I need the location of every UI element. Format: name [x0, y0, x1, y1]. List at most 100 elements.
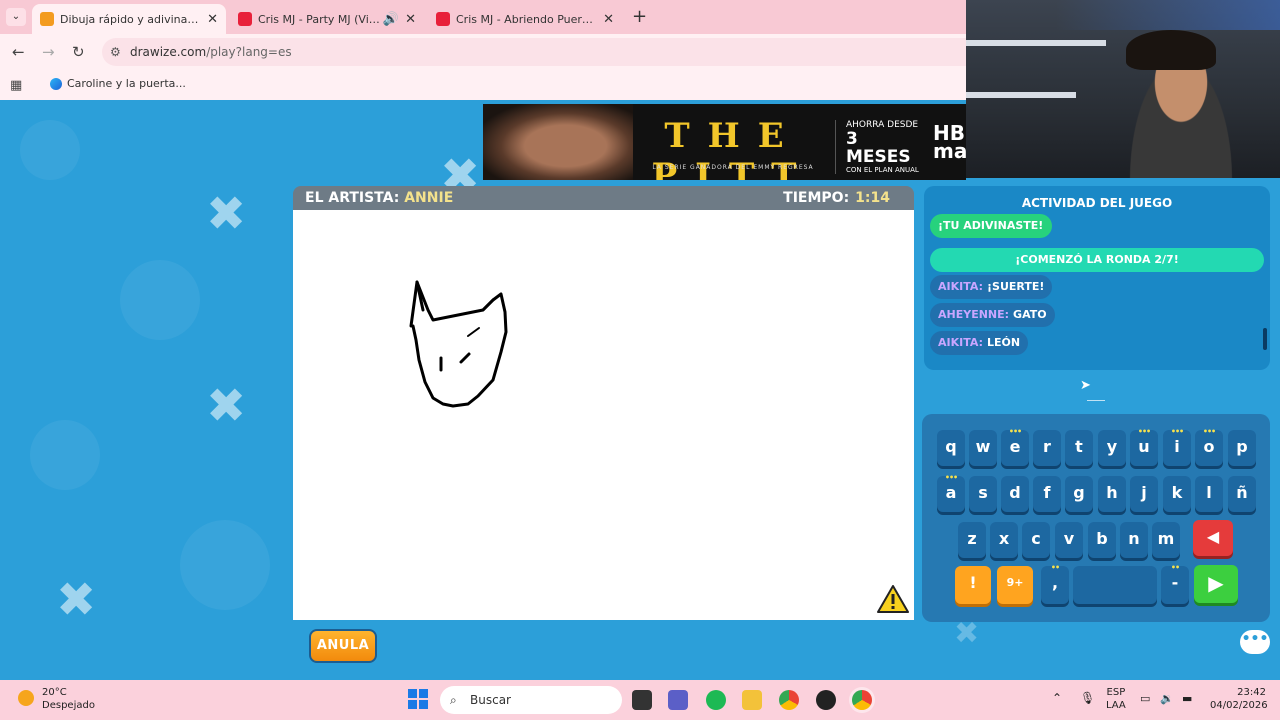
- message-user: AIKITA:: [938, 336, 983, 349]
- key-i[interactable]: ••• i: [1163, 428, 1191, 466]
- bookmark-favicon-icon: [50, 77, 62, 90]
- x-decoration-icon: ✖: [206, 186, 247, 242]
- chrome-profile-icon[interactable]: [852, 690, 872, 710]
- tab-bar: ⌄ Dibuja rápido y adivina · Un ✕ Cris MJ…: [0, 0, 966, 34]
- key-z[interactable]: z: [958, 522, 986, 558]
- tab-party-mj[interactable]: Cris MJ - Party MJ (Video Oficial) 🔊 ✕: [230, 4, 424, 34]
- language-indicator[interactable]: ESP LAA: [1106, 686, 1126, 712]
- message-text: GATO: [1013, 308, 1047, 321]
- webcam-overlay: [966, 0, 1280, 178]
- ad-brand: HBO max: [933, 121, 966, 163]
- apps-grid-icon[interactable]: ▦: [10, 78, 22, 93]
- key-g[interactable]: g: [1065, 476, 1093, 512]
- activity-scrollbar[interactable]: [1263, 328, 1267, 350]
- speaker-icon[interactable]: 🔊: [383, 12, 399, 27]
- network-icon[interactable]: ▭: [1140, 692, 1150, 705]
- new-tab-button[interactable]: +: [632, 6, 647, 27]
- chat-bubble-icon[interactable]: •••: [1240, 630, 1270, 654]
- cancel-button[interactable]: ANULA: [309, 629, 377, 663]
- key-c[interactable]: c: [1022, 522, 1050, 558]
- space-key[interactable]: [1073, 566, 1157, 604]
- address-bar[interactable]: ⚙ drawize.com/play?lang=es: [102, 38, 966, 66]
- weather-widget[interactable]: 20°C Despejado: [18, 686, 95, 712]
- report-warning-icon[interactable]: [876, 584, 910, 614]
- key-d[interactable]: d: [1001, 476, 1029, 512]
- search-icon: ⌕: [450, 693, 457, 707]
- key-s[interactable]: s: [969, 476, 997, 512]
- key-m[interactable]: m: [1152, 522, 1180, 558]
- message-chat: AIKITA: ¡SUERTE!: [930, 275, 1053, 299]
- send-button[interactable]: ▶: [1194, 565, 1238, 603]
- close-tab-icon[interactable]: ✕: [207, 12, 218, 27]
- close-tab-icon[interactable]: ✕: [405, 12, 416, 27]
- message-user: AHEYENNE:: [938, 308, 1010, 321]
- key-o[interactable]: ••• o: [1195, 428, 1223, 466]
- ad-deal-bottom: CON EL PLAN ANUAL: [846, 166, 919, 174]
- key-x[interactable]: x: [990, 522, 1018, 558]
- drawing-canvas[interactable]: [293, 210, 914, 620]
- tab-drawize[interactable]: Dibuja rápido y adivina · Un ✕: [32, 4, 226, 34]
- forward-icon[interactable]: →: [42, 43, 55, 61]
- volume-icon[interactable]: 🔉: [1160, 692, 1174, 705]
- search-placeholder: Buscar: [470, 693, 511, 707]
- tab-title: Cris MJ - Party MJ (Video Oficial): [258, 12, 381, 26]
- hint-button[interactable]: !: [955, 566, 991, 604]
- back-icon[interactable]: ←: [12, 43, 25, 61]
- hint-bonus-button[interactable]: 9+: [997, 566, 1033, 604]
- spotify-icon[interactable]: [706, 690, 726, 710]
- key-u[interactable]: ••• u: [1130, 428, 1158, 466]
- key-v[interactable]: v: [1055, 522, 1083, 558]
- key-h[interactable]: h: [1098, 476, 1126, 512]
- obs-icon[interactable]: [816, 690, 836, 710]
- key-j[interactable]: j: [1130, 476, 1158, 512]
- backspace-button[interactable]: ◀: [1193, 520, 1233, 556]
- backspace-arrow-icon: ◀: [1206, 527, 1220, 546]
- battery-icon[interactable]: ▬: [1182, 692, 1192, 705]
- windows-start-icon[interactable]: [408, 689, 428, 709]
- key-w[interactable]: w: [969, 430, 997, 466]
- key-comma[interactable]: ••,: [1041, 564, 1069, 604]
- bookmark-label: Caroline y la puerta...: [67, 77, 186, 90]
- moon-icon: [18, 690, 34, 706]
- ad-deal-top: AHORRA DESDE: [846, 120, 919, 130]
- teams-icon[interactable]: [668, 690, 688, 710]
- key-e[interactable]: ••• e: [1001, 428, 1029, 466]
- bookmark-item[interactable]: Caroline y la puerta...: [50, 77, 186, 90]
- key-n-tilde[interactable]: ñ: [1228, 476, 1256, 512]
- key-l[interactable]: l: [1195, 476, 1223, 512]
- file-explorer-icon[interactable]: [742, 690, 762, 710]
- microphone-icon[interactable]: 🎙: [1080, 692, 1095, 705]
- key-q[interactable]: q: [937, 430, 965, 466]
- chrome-icon[interactable]: [779, 690, 799, 710]
- tray-overflow-icon[interactable]: ⌃: [1052, 692, 1062, 705]
- key-r[interactable]: r: [1033, 430, 1061, 466]
- key-a[interactable]: ••• a: [937, 474, 965, 512]
- key-t[interactable]: t: [1065, 430, 1093, 466]
- key-dash[interactable]: •• -: [1161, 564, 1189, 604]
- site-info-icon[interactable]: ⚙: [110, 38, 121, 66]
- tab-search-button[interactable]: ⌄: [6, 8, 26, 26]
- key-k[interactable]: k: [1163, 476, 1191, 512]
- reload-icon[interactable]: ↻: [72, 43, 85, 61]
- clock-time: 23:42: [1237, 687, 1266, 698]
- lightbulb-icon: !: [969, 573, 977, 592]
- bookmarks-bar: ▦ Caroline y la puerta...: [0, 70, 966, 100]
- key-p[interactable]: p: [1228, 430, 1256, 466]
- key-y[interactable]: y: [1098, 430, 1126, 466]
- clock[interactable]: 23:42 04/02/2026: [1210, 686, 1268, 712]
- tab-abriendo-puertas[interactable]: Cris MJ - Abriendo Puertas (Video Oficia…: [428, 4, 622, 34]
- taskbar-search[interactable]: ⌕ Buscar: [440, 686, 622, 714]
- x-decoration-icon: ✖: [206, 378, 247, 434]
- key-b[interactable]: b: [1088, 522, 1116, 558]
- tab-title: Cris MJ - Abriendo Puertas (Video Oficia…: [456, 12, 598, 26]
- guess-input-placeholder[interactable]: [1087, 400, 1105, 401]
- timer: TIEMPO: 1:14: [783, 190, 890, 206]
- activity-title: ACTIVIDAD DEL JUEGO: [1021, 196, 1173, 210]
- close-tab-icon[interactable]: ✕: [603, 12, 614, 27]
- key-n[interactable]: n: [1120, 522, 1148, 558]
- url-host: drawize.com: [130, 45, 207, 59]
- ad-banner[interactable]: THE PITT LA SERIE GANADORA DEL EMMY REGR…: [483, 104, 966, 180]
- task-view-icon[interactable]: [632, 690, 652, 710]
- message-user: AIKITA:: [938, 280, 983, 293]
- key-f[interactable]: f: [1033, 476, 1061, 512]
